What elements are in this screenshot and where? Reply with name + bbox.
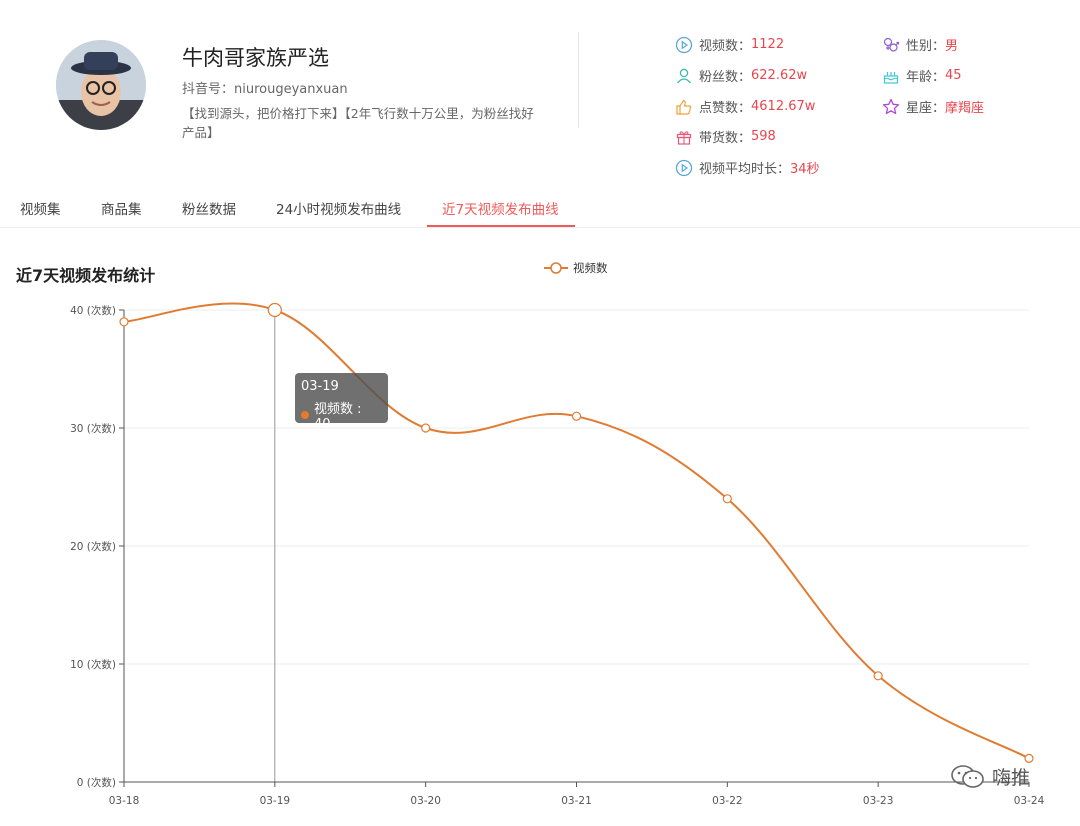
x-tick-label: 03-22 (712, 795, 743, 807)
data-point (119, 317, 129, 327)
tooltip-series-dot (301, 411, 309, 419)
legend-label: 视频数 (573, 261, 608, 275)
data-point (722, 494, 732, 504)
x-tick-label: 03-21 (561, 795, 592, 807)
x-tick-label: 03-18 (109, 795, 140, 807)
y-tick-label: 40 (次数) (70, 304, 116, 317)
x-tick-label: 03-20 (410, 795, 441, 807)
y-tick-label: 0 (次数) (77, 776, 116, 789)
series-line (123, 302, 1030, 760)
x-tick-label: 03-24 (1014, 795, 1045, 807)
chart-tooltip: 03-19 视频数 : 40 (295, 373, 388, 432)
data-point (421, 423, 431, 433)
data-point (1024, 753, 1034, 764)
tooltip-date: 03-19 (301, 379, 339, 394)
y-tick-label: 10 (次数) (70, 658, 116, 671)
x-tick-label: 03-19 (260, 795, 291, 807)
y-tick-label: 20 (次数) (70, 540, 116, 553)
chart-legend[interactable]: 视频数 (544, 261, 608, 275)
watermark: 嗨推 (950, 763, 1030, 790)
data-point (571, 411, 582, 421)
tooltip-value: 视频数 : 40 (313, 402, 362, 432)
data-point (267, 302, 282, 318)
y-tick-label: 30 (次数) (70, 422, 116, 435)
tooltip-row: 视频数 : 40 (301, 398, 382, 432)
watermark-text: 嗨推 (992, 767, 1031, 789)
wechat-icon (951, 764, 984, 788)
x-tick-label: 03-23 (863, 795, 894, 807)
legend-marker (550, 262, 562, 274)
line-chart: 视频数 0 (次数) 10 (次数) 20 (次数) 30 (次数) 40 (次数) 03… (70, 261, 1045, 807)
data-point (873, 671, 883, 681)
